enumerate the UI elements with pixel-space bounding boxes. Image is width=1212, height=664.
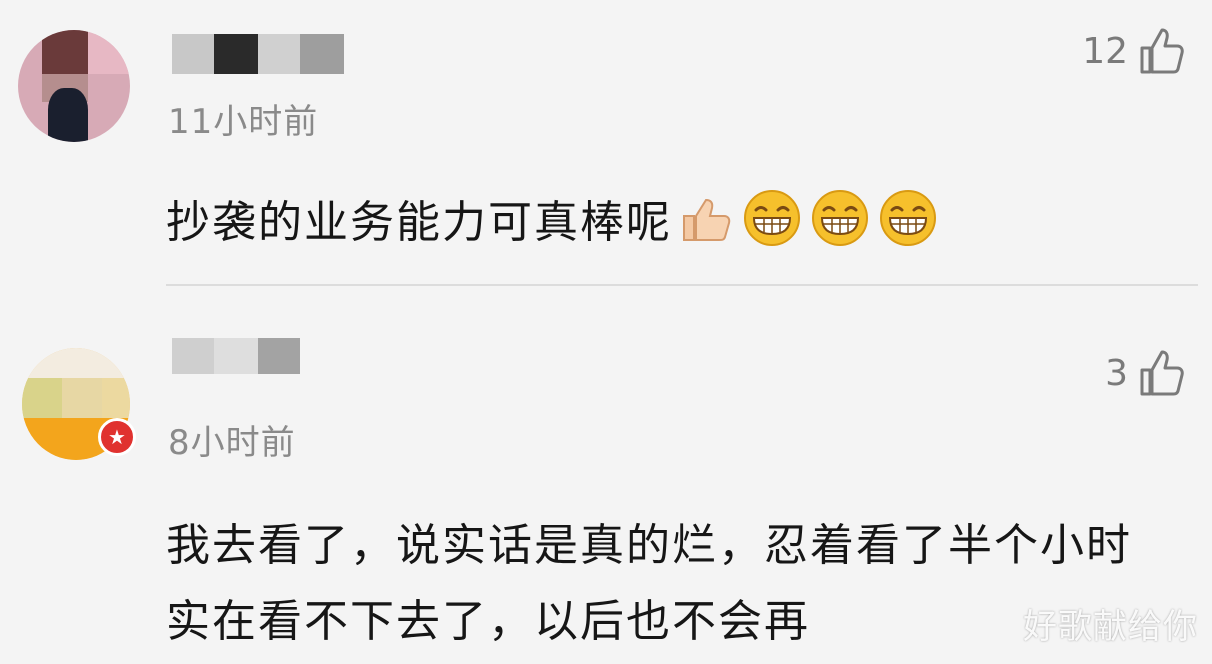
comment-text: 抄袭的业务能力可真棒呢: [166, 186, 938, 250]
grin-icon: [810, 188, 870, 248]
comment-body: 抄袭的业务能力可真棒呢: [166, 197, 672, 248]
comment-time: 11小时前: [168, 102, 319, 142]
grin-icon: [878, 188, 938, 248]
avatar-mosaic: [22, 348, 130, 378]
like-button[interactable]: 12: [1082, 26, 1184, 76]
avatar-mosaic: [22, 378, 62, 418]
avatar-mosaic: [102, 378, 130, 418]
star-icon: ★: [98, 418, 136, 456]
watermark: 好歌献给你: [1023, 607, 1198, 647]
thumbs-up-icon: [1138, 26, 1184, 76]
avatar-mosaic: [62, 378, 102, 418]
grin-icon: [742, 188, 802, 248]
like-count: 3: [1105, 352, 1128, 394]
comment-item: 11小时前 12 抄袭的业务能力可真棒呢: [0, 0, 1212, 286]
username-mosaic[interactable]: [172, 34, 344, 74]
emoji-group: [678, 188, 938, 248]
thumbs-up-icon: [1138, 348, 1184, 398]
username-mosaic[interactable]: [172, 338, 300, 374]
avatar-mosaic: [42, 30, 88, 74]
comment-text: 我去看了，说实话是真的烂，忍着看了半个小时实在看不下去了，以后也不会再: [166, 520, 1132, 647]
avatar[interactable]: [18, 30, 130, 142]
thumbs-up-icon: [678, 190, 734, 246]
comment-time: 8小时前: [168, 423, 296, 463]
avatar-figure: [48, 88, 88, 142]
like-button[interactable]: 3: [1105, 348, 1184, 398]
avatar-mosaic: [88, 30, 130, 74]
like-count: 12: [1082, 30, 1128, 72]
